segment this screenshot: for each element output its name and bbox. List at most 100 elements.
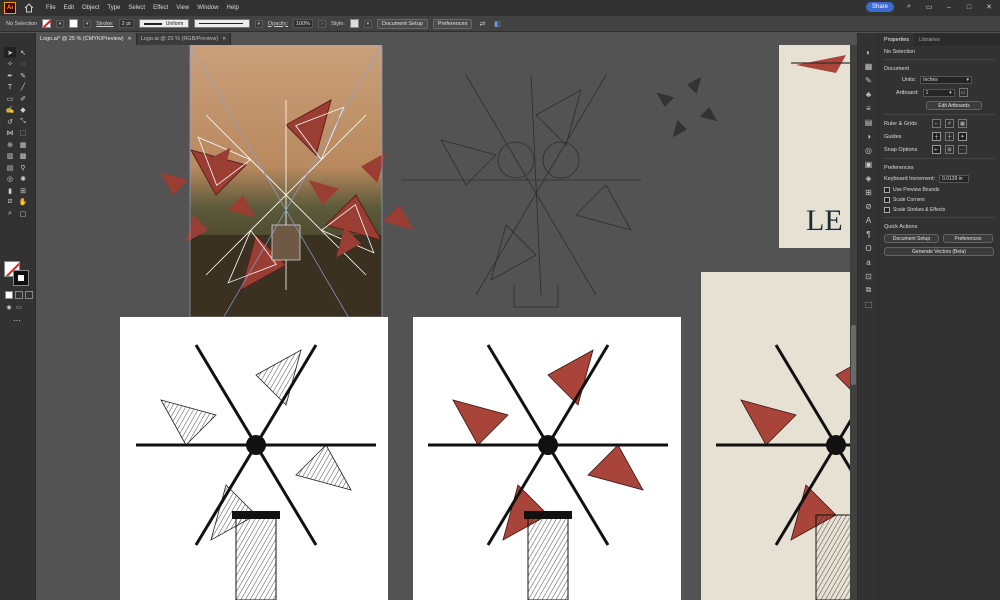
stroke-label[interactable]: Stroke:	[96, 21, 113, 27]
lock-guides-icon[interactable]: ┼	[945, 132, 954, 141]
swatches-panel-icon[interactable]: ▦	[858, 59, 879, 73]
vertical-scrollbar[interactable]	[850, 45, 857, 600]
artboard-tool-icon[interactable]: ⊞	[17, 185, 29, 196]
pathfinder-panel-icon[interactable]: ⧉	[858, 283, 879, 297]
document-setup-button[interactable]: Document Setup	[376, 18, 428, 29]
show-guides-icon[interactable]: ┼	[932, 132, 941, 141]
pinwheel-icon[interactable]	[656, 76, 718, 138]
close-tab-icon[interactable]: ✕	[222, 36, 226, 42]
shape-builder-tool-icon[interactable]: ⊕	[4, 139, 16, 150]
use-preview-bounds-checkbox[interactable]: Use Preview Bounds	[884, 187, 995, 193]
menu-edit[interactable]: Edit	[64, 5, 74, 11]
shaper-tool-icon[interactable]: ✍	[4, 105, 16, 116]
magic-wand-tool-icon[interactable]: ✧	[4, 59, 16, 70]
graphic-styles-panel-icon[interactable]: ▣	[858, 157, 879, 171]
scale-strokes-checkbox[interactable]: Scale Strokes & Effects	[884, 207, 995, 213]
menu-type[interactable]: Type	[107, 5, 120, 11]
menu-help[interactable]: Help	[227, 5, 239, 11]
stroke-panel-icon[interactable]: ≡	[858, 101, 879, 115]
hand-tool-icon[interactable]: ✋	[17, 197, 29, 208]
scroll-thumb[interactable]	[851, 325, 856, 385]
align-panel-icon[interactable]: ⊡	[858, 269, 879, 283]
transform-panel-icon[interactable]: ⬚	[858, 297, 879, 311]
search-help-icon[interactable]: ⌕	[904, 2, 914, 12]
preferences-button[interactable]: Preferences	[432, 18, 473, 29]
lasso-tool-icon[interactable]: ◌	[17, 59, 29, 70]
curvature-tool-icon[interactable]: ✎	[17, 70, 29, 81]
qa-document-setup-button[interactable]: Document Setup	[884, 234, 939, 243]
paragraph-panel-icon[interactable]: ¶	[858, 227, 879, 241]
qa-preferences-button[interactable]: Preferences	[943, 234, 993, 243]
rotate-tool-icon[interactable]: ↺	[4, 116, 16, 127]
generate-vectors-button[interactable]: Generate Vectors (Beta)	[884, 247, 994, 256]
none-mode-icon[interactable]	[25, 291, 33, 299]
color-mode-icon[interactable]	[5, 291, 13, 299]
screen-mode-icon[interactable]: ▭	[15, 303, 23, 311]
grid-icon[interactable]: #	[945, 119, 954, 128]
fill-stroke-widget[interactable]	[4, 261, 30, 287]
keyboard-increment-field[interactable]: 0.0139 in	[939, 175, 970, 183]
print-tiling-tool-icon[interactable]: ▢	[17, 208, 29, 219]
stroke-dropdown-icon[interactable]: ▾	[83, 19, 92, 28]
transparency-panel-icon[interactable]: ◑	[858, 129, 879, 143]
column-graph-tool-icon[interactable]: ▮	[4, 185, 16, 196]
menu-effect[interactable]: Effect	[153, 5, 168, 11]
transparency-grid-icon[interactable]: ▦	[958, 119, 967, 128]
style-dropdown-icon[interactable]: ▾	[363, 19, 372, 28]
artboard-red[interactable]	[413, 317, 681, 600]
zoom-tool-icon[interactable]: ⌕	[4, 208, 16, 219]
opacity-field[interactable]: 100%	[293, 19, 314, 28]
artboard-cream[interactable]	[701, 272, 850, 600]
brushes-panel-icon[interactable]: ✎	[858, 73, 879, 87]
color-panel-icon[interactable]: ◐	[858, 45, 879, 59]
eraser-tool-icon[interactable]: ◆	[17, 105, 29, 116]
draw-normal-icon[interactable]: ◉	[5, 303, 13, 311]
line-tool-icon[interactable]: ╱	[17, 82, 29, 93]
maximize-icon[interactable]: □	[964, 2, 974, 12]
stroke-weight-field[interactable]: 2 pt	[118, 19, 134, 28]
opentype-panel-icon[interactable]: O	[858, 241, 879, 255]
appearance-panel-icon[interactable]: ◎	[858, 143, 879, 157]
tab-libraries[interactable]: Libraries	[914, 33, 945, 46]
stroke-profile-dropdown[interactable]: Uniform	[138, 19, 189, 28]
artboard-options-icon[interactable]: ▭	[958, 88, 968, 97]
units-dropdown[interactable]: Inches ▾	[920, 76, 973, 84]
close-icon[interactable]: ✕	[984, 2, 994, 12]
minimize-icon[interactable]: –	[944, 2, 954, 12]
slice-tool-icon[interactable]: ⧄	[4, 197, 16, 208]
gradient-tool-icon[interactable]: ▤	[4, 162, 16, 173]
fill-dropdown-icon[interactable]: ▾	[56, 19, 65, 28]
symbol-sprayer-tool-icon[interactable]: ✺	[17, 174, 29, 185]
tab-logo-rgb[interactable]: Logo.ai @ 25 % (RGB/Preview) ✕	[136, 33, 232, 45]
edit-artboards-button[interactable]: Edit Artboards	[926, 101, 982, 110]
brush-dropdown-icon[interactable]: ▾	[254, 19, 263, 28]
layers-panel-icon[interactable]: ◈	[858, 171, 879, 185]
pen-tool-icon[interactable]: ✒	[4, 70, 16, 81]
paintbrush-tool-icon[interactable]: ✐	[17, 93, 29, 104]
tab-logo-cmyk[interactable]: Logo.ai* @ 25 % (CMYK/Preview) ✕	[36, 33, 137, 45]
symbols-panel-icon[interactable]: ♣	[858, 87, 879, 101]
cream-card-top[interactable]: LE	[779, 45, 850, 248]
mesh-tool-icon[interactable]: ▩	[17, 151, 29, 162]
arrange-icon[interactable]: ⇄	[477, 19, 487, 29]
menu-view[interactable]: View	[176, 5, 189, 11]
home-icon[interactable]	[24, 3, 34, 13]
canvas-area[interactable]: LE	[36, 45, 850, 600]
menu-file[interactable]: File	[46, 5, 56, 11]
free-transform-tool-icon[interactable]: ⬚	[17, 128, 29, 139]
menu-window[interactable]: Window	[197, 5, 218, 11]
snap-to-point-icon[interactable]: ⇤	[932, 145, 941, 154]
ruler-icon[interactable]: ⌐	[932, 119, 941, 128]
gradient-mode-icon[interactable]	[15, 291, 23, 299]
direct-selection-tool-icon[interactable]: ↖	[17, 47, 29, 58]
rectangle-tool-icon[interactable]: ▭	[4, 93, 16, 104]
width-tool-icon[interactable]: ⋈	[4, 128, 16, 139]
snap-to-pixel-icon[interactable]: ⊞	[945, 145, 954, 154]
outline-windmill[interactable]	[401, 74, 641, 308]
links-panel-icon[interactable]: ⊘	[858, 199, 879, 213]
brush-dropdown[interactable]	[193, 19, 250, 28]
opacity-arrow-icon[interactable]: ›	[318, 19, 327, 28]
stroke-swatch[interactable]	[69, 19, 79, 28]
perspective-grid-tool-icon[interactable]: ▥	[4, 151, 16, 162]
stroke-color-swatch[interactable]	[13, 270, 29, 286]
